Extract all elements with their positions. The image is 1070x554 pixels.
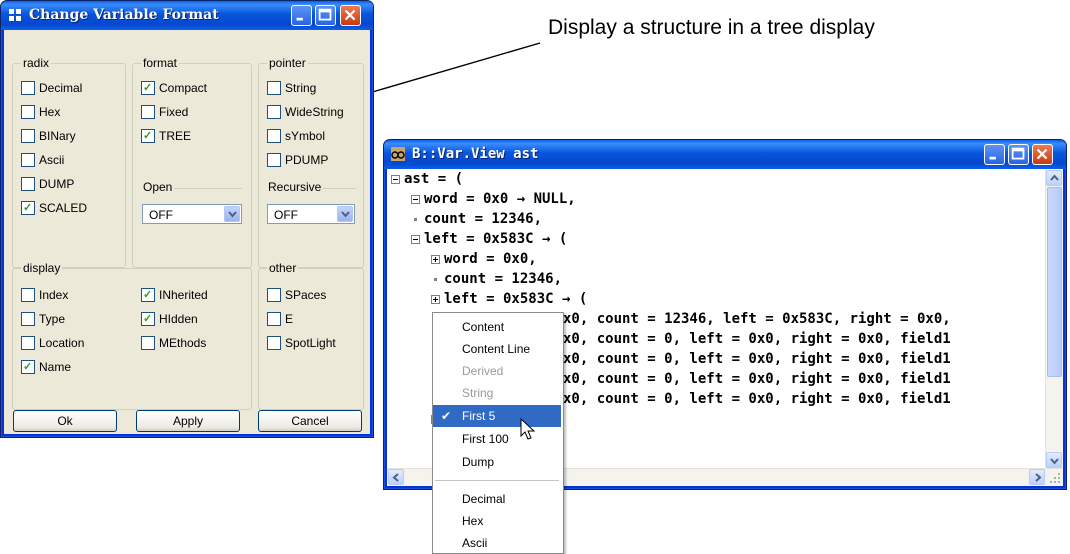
maximize-button[interactable]: [315, 5, 336, 26]
maximize-icon: [1011, 147, 1025, 160]
close-button[interactable]: [1032, 144, 1053, 165]
menu-item-string: String: [462, 386, 494, 400]
maximize-icon: [318, 8, 332, 21]
menu-item-ascii[interactable]: Ascii: [433, 532, 561, 554]
grid-icon: [9, 9, 21, 21]
tree-line: x0, count = 12346, left = 0x583C, right …: [563, 311, 951, 327]
menu-item-first-100[interactable]: First 100: [433, 428, 561, 450]
other-group: other SPaces E SpotLight: [258, 261, 364, 410]
context-menu: Content Content Line Derived String ✔ Fi…: [432, 312, 564, 554]
collapse-toggle[interactable]: [411, 195, 420, 204]
close-button[interactable]: [340, 5, 361, 26]
format-group-label: format: [141, 56, 180, 70]
menu-item-dump[interactable]: Dump: [433, 451, 561, 473]
tree-line: x0, count = 0, left = 0x0, right = 0x0, …: [563, 391, 951, 407]
recursive-select[interactable]: OFF: [267, 204, 355, 224]
minimize-button[interactable]: [291, 5, 312, 26]
chevron-down-icon: [341, 211, 350, 218]
checkmark-icon: ✓: [23, 361, 33, 373]
mouse-cursor-icon: [520, 418, 536, 440]
format-dialog-window: Change Variable Format radix Decimal Hex…: [0, 0, 374, 438]
close-icon: [344, 9, 356, 21]
dropdown-button[interactable]: [337, 206, 353, 222]
format-dialog-body: radix Decimal Hex BINary Ascii DUMP ✓ SCA…: [4, 30, 370, 434]
glasses-icon: [391, 147, 405, 161]
display-group: display Index Type Location ✓ Name ✓ INher…: [12, 261, 252, 410]
var-view-titlebar[interactable]: B::Var.View ast: [384, 140, 1066, 169]
minimize-button[interactable]: [984, 144, 1005, 165]
checkmark-icon: ✔: [441, 409, 452, 423]
dropdown-button[interactable]: [224, 206, 240, 222]
checkmark-icon: ✓: [143, 313, 153, 325]
pointer-group-label: pointer: [267, 56, 308, 70]
tree-line: x0, count = 0, left = 0x0, right = 0x0, …: [563, 371, 951, 387]
collapse-toggle[interactable]: [411, 235, 420, 244]
chevron-up-icon: [1050, 174, 1059, 181]
menu-item-content-line[interactable]: Content Line: [433, 338, 561, 360]
expand-toggle[interactable]: [431, 255, 440, 264]
menu-item-content[interactable]: Content: [433, 316, 561, 338]
tree-line: x0, count = 0, left = 0x0, right = 0x0, …: [563, 351, 951, 367]
tree-line: left = 0x583C → (: [424, 231, 568, 247]
radix-group: radix Decimal Hex BINary Ascii DUMP ✓ SCA…: [12, 56, 126, 268]
tree-line: left = 0x583C → (: [444, 291, 588, 307]
close-icon: [1036, 148, 1048, 160]
pointer-group: pointer String WideString sYmbol PDUMP: [258, 56, 364, 268]
tree-line: x0, count = 0, left = 0x0, right = 0x0, …: [563, 331, 951, 347]
vertical-scroll-thumb[interactable]: [1047, 187, 1062, 377]
chevron-left-icon: [392, 473, 399, 482]
format-dialog-titlebar[interactable]: Change Variable Format: [1, 1, 373, 30]
tree-line: word = 0x0 → NULL,: [424, 191, 576, 207]
menu-item-derived: Derived: [462, 364, 504, 378]
chevron-down-icon: [228, 211, 237, 218]
chevron-right-icon: [1035, 473, 1042, 482]
scroll-up-button[interactable]: [1046, 170, 1062, 186]
var-view-title: B::Var.View ast: [412, 146, 539, 162]
menu-separator: [435, 480, 559, 481]
checkmark-icon: ✓: [23, 202, 33, 214]
open-select[interactable]: OFF: [142, 204, 242, 224]
menu-item-decimal[interactable]: Decimal: [433, 488, 561, 510]
checkmark-icon: ✓: [143, 82, 153, 94]
tree-line: word = 0x0,: [444, 251, 537, 267]
collapse-toggle[interactable]: [391, 175, 400, 184]
open-label: Open: [141, 180, 175, 194]
tree-line: count = 12346,: [424, 211, 543, 227]
radix-group-label: radix: [21, 56, 52, 70]
tree-line: count = 12346,: [444, 271, 563, 287]
ok-button[interactable]: Ok: [13, 410, 117, 432]
menu-item-hex[interactable]: Hex: [433, 510, 561, 532]
apply-button[interactable]: Apply: [136, 410, 240, 432]
scroll-right-button[interactable]: [1029, 469, 1045, 485]
resize-grip-icon[interactable]: [1048, 471, 1062, 485]
cancel-button[interactable]: Cancel: [258, 410, 362, 432]
recursive-subgroup: Recursive: [266, 180, 356, 194]
format-dialog-title: Change Variable Format: [29, 7, 219, 23]
tree-line: ast = (: [404, 171, 464, 187]
minimize-icon: [296, 17, 303, 21]
maximize-button[interactable]: [1008, 144, 1029, 165]
checkmark-icon: ✓: [143, 289, 153, 301]
scroll-left-button[interactable]: [388, 469, 404, 485]
open-subgroup: Open: [141, 180, 242, 194]
chevron-down-icon: [1050, 458, 1059, 465]
vertical-scrollbar[interactable]: [1045, 169, 1063, 469]
minimize-icon: [989, 156, 996, 160]
menu-item-first-5[interactable]: ✔ First 5: [433, 405, 561, 427]
leaf-marker: [414, 218, 417, 221]
display-group-label: display: [21, 261, 63, 275]
recursive-label: Recursive: [266, 180, 324, 194]
expand-toggle[interactable]: [431, 295, 440, 304]
checkmark-icon: ✓: [143, 130, 153, 142]
leaf-marker: [434, 278, 437, 281]
scroll-down-button[interactable]: [1046, 452, 1062, 468]
format-group: format ✓ Compact Fixed ✓ TREE: [132, 56, 252, 268]
other-group-label: other: [267, 261, 299, 275]
